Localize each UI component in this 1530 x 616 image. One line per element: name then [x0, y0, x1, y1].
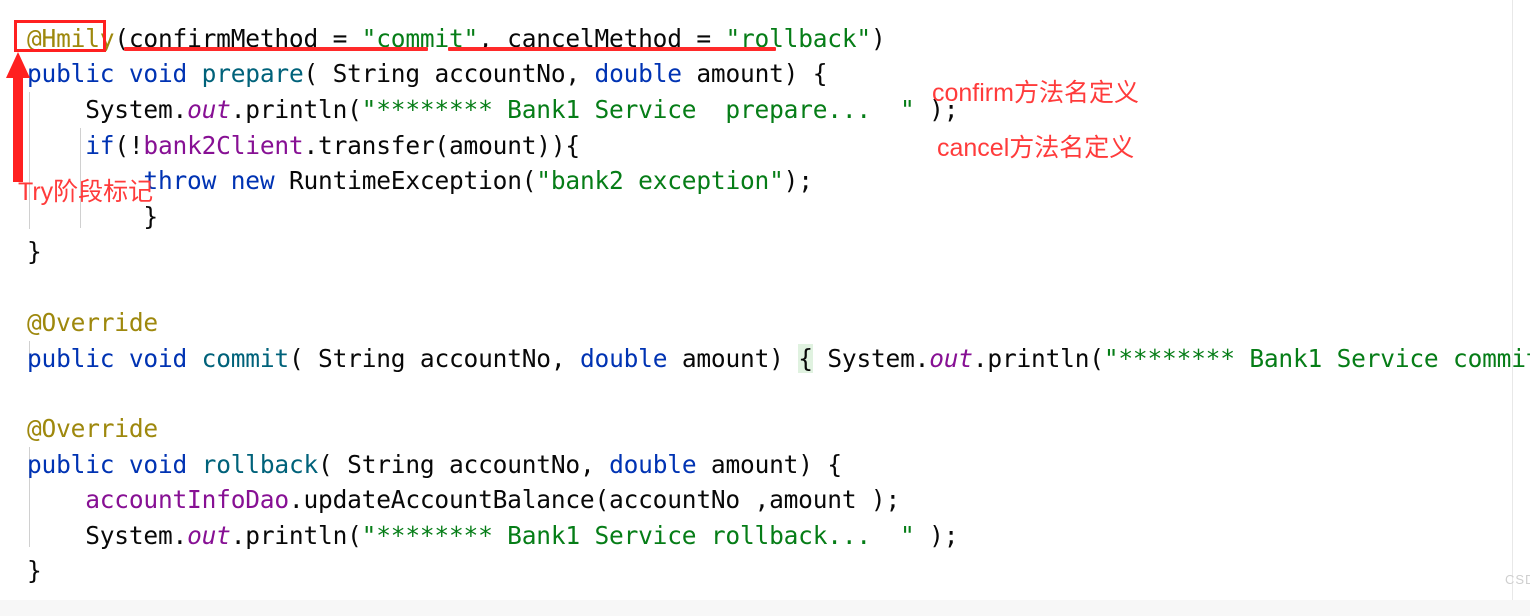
code-token: .println(	[230, 521, 362, 550]
code-line-prepare-signature[interactable]: public void prepare( String accountNo, d…	[27, 56, 828, 92]
code-token: ( String accountNo,	[318, 450, 610, 479]
code-token: bank2Client	[143, 131, 304, 160]
code-token: .transfer(amount)){	[303, 131, 580, 160]
code-token: out	[187, 95, 231, 124]
bottom-strip	[0, 600, 1530, 616]
code-token: public	[27, 344, 115, 373]
code-token: amount) {	[681, 59, 828, 88]
code-line-rollback-println[interactable]: System.out.println("******** Bank1 Servi…	[27, 518, 958, 554]
code-token: amount)	[667, 344, 799, 373]
code-editor[interactable]: @Hmily(confirmMethod = "commit", cancelM…	[0, 0, 1530, 600]
code-token: ( String accountNo,	[288, 344, 580, 373]
code-token: }	[27, 237, 42, 266]
code-line-hmily-annotation[interactable]: @Hmily(confirmMethod = "commit", cancelM…	[27, 21, 886, 57]
confirm-method-underline	[124, 47, 428, 51]
code-token: "******** Bank1 Service rollback... "	[361, 521, 915, 550]
code-token: new	[230, 166, 275, 195]
code-token: RuntimeException(	[274, 166, 537, 195]
code-line-rollback-signature[interactable]: public void rollback( String accountNo, …	[27, 447, 842, 483]
cancel-method-annotation-label: cancel方法名定义	[937, 134, 1135, 162]
code-line-if-transfer[interactable]: if(!bank2Client.transfer(amount)){	[27, 128, 580, 164]
code-line-close-rollback[interactable]: }	[27, 553, 42, 589]
code-token: .println(	[230, 95, 362, 124]
code-token: @Override	[27, 414, 158, 443]
code-token: (!	[114, 131, 144, 160]
code-token: .println(	[972, 344, 1104, 373]
code-line-override-commit[interactable]: @Override	[27, 305, 158, 341]
screenshot-root: @Hmily(confirmMethod = "commit", cancelM…	[0, 0, 1530, 616]
code-token: commit	[201, 344, 290, 373]
try-stage-annotation-label: Try阶段标记	[18, 178, 154, 206]
code-token: @Override	[27, 308, 158, 337]
code-line-override-rollback[interactable]: @Override	[27, 411, 158, 447]
code-token: .updateAccountBalance(accountNo ,amount …	[288, 485, 901, 514]
code-token: prepare	[201, 59, 304, 88]
code-line-prepare-println[interactable]: System.out.println("******** Bank1 Servi…	[27, 92, 958, 128]
code-token: if	[85, 131, 115, 160]
cancel-method-underline	[448, 47, 776, 51]
hmily-annotation-highlight-box	[14, 20, 106, 52]
code-lines-layer: @Hmily(confirmMethod = "commit", cancelM…	[0, 0, 1530, 600]
code-token: "******** Bank1 Service prepare... "	[361, 95, 915, 124]
code-line-update-balance[interactable]: accountInfoDao.updateAccountBalance(acco…	[27, 482, 900, 518]
code-token: "******** Bank1 Service commit..."	[1103, 344, 1530, 373]
code-token: amount) {	[696, 450, 842, 479]
code-token: public	[27, 450, 115, 479]
code-token: );	[783, 166, 813, 195]
editor-right-rule	[1512, 0, 1513, 600]
code-token: );	[914, 521, 959, 550]
confirm-method-annotation-label: confirm方法名定义	[932, 79, 1139, 107]
code-token: System.	[27, 521, 188, 550]
code-token: double	[579, 344, 668, 373]
code-token: rollback	[201, 450, 319, 479]
code-token: }	[27, 556, 42, 585]
code-token: throw	[143, 166, 217, 195]
code-token: )	[870, 24, 886, 53]
code-token: void	[128, 450, 188, 479]
code-token: {	[798, 344, 813, 373]
code-token: System.	[812, 344, 930, 373]
csdn-watermark: CSDN	[1505, 572, 1530, 587]
code-token: double	[594, 59, 683, 88]
try-stage-arrow-icon	[6, 52, 30, 182]
code-token: out	[929, 344, 973, 373]
code-token: ( String accountNo,	[303, 59, 595, 88]
code-token: out	[187, 521, 231, 550]
code-line-close-prepare[interactable]: }	[27, 234, 42, 270]
code-token: void	[128, 59, 188, 88]
code-token: accountInfoDao	[85, 485, 289, 514]
code-token: "bank2 exception"	[536, 166, 784, 195]
code-token: void	[128, 344, 188, 373]
code-token: System.	[27, 95, 188, 124]
code-line-commit-signature[interactable]: public void commit( String accountNo, do…	[27, 341, 1530, 377]
code-token: double	[609, 450, 697, 479]
